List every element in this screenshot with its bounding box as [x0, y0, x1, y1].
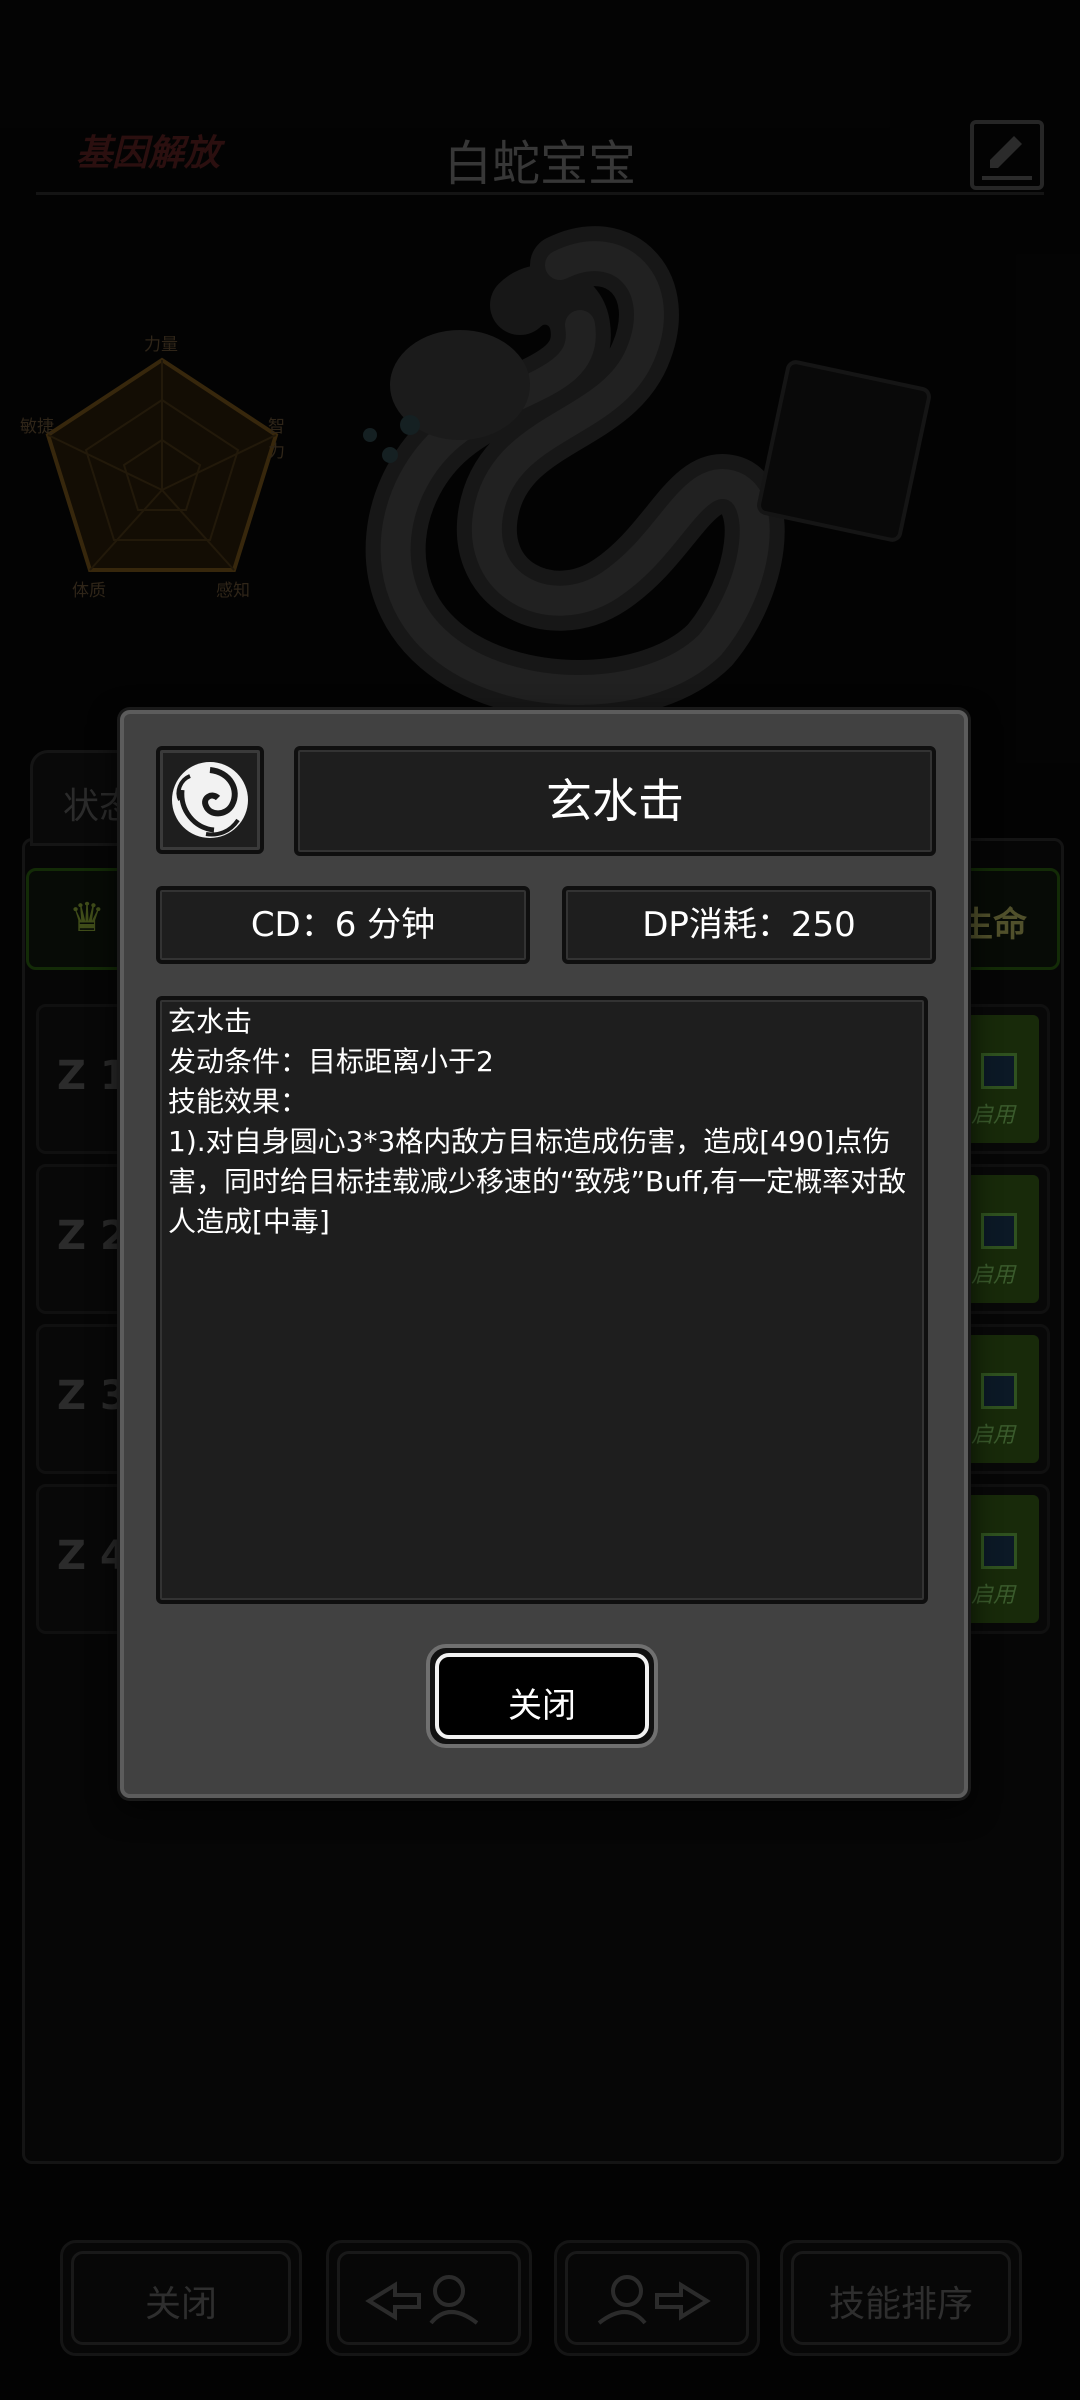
close-button-label: 关闭 [508, 1686, 576, 1726]
dp-cost-value: DP消耗：250 [562, 886, 936, 964]
close-button[interactable]: 关闭 [426, 1644, 658, 1748]
water-swirl-icon [156, 746, 264, 854]
cooldown-value: CD：6 分钟 [156, 886, 530, 964]
screen: 基因解放 白蛇宝宝 力量 智力 感知 体质 敏捷 状态 ♛ 生命 Z 1 启用 … [0, 0, 1080, 2400]
skill-detail-dialog: 玄水击 CD：6 分钟 DP消耗：250 玄水击 发动条件：目标距离小于2 技能… [120, 710, 968, 1798]
description-effect-text: 1).对自身圆心3*3格内敌方目标造成伤害，造成[490]点伤害，同时给目标挂载… [168, 1125, 907, 1238]
skill-description: 玄水击 发动条件：目标距离小于2 技能效果： 1).对自身圆心3*3格内敌方目标… [156, 996, 928, 1604]
description-effect-heading: 技能效果： [168, 1085, 309, 1118]
description-title: 玄水击 [168, 1005, 253, 1038]
description-condition: 发动条件：目标距离小于2 [168, 1045, 494, 1078]
skill-name: 玄水击 [294, 746, 936, 856]
